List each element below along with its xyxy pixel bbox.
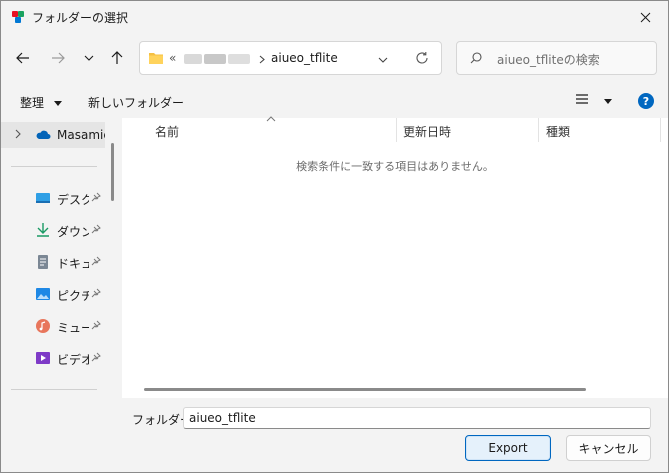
list-view-icon xyxy=(576,94,588,104)
column-header-type[interactable]: 種類 xyxy=(546,123,570,140)
organize-menu-button[interactable]: 整理 xyxy=(20,94,62,111)
address-bar[interactable]: « aiueo_tflite xyxy=(139,41,442,75)
pin-icon xyxy=(91,256,101,266)
search-box[interactable]: aiueo_tfliteの検索 xyxy=(456,41,657,75)
pin-icon xyxy=(91,352,101,362)
download-icon xyxy=(37,223,49,237)
caret-down-icon xyxy=(603,99,612,104)
document-icon xyxy=(38,255,48,269)
sidebar-item-label: ドキュメ xyxy=(57,257,89,271)
organize-label: 整理 xyxy=(20,96,45,110)
empty-state-message: 検索条件に一致する項目はありません。 xyxy=(296,160,494,173)
sidebar-item-label: ミュージ xyxy=(57,321,89,335)
sidebar-item-label: デスクト xyxy=(57,193,89,207)
app-icon xyxy=(12,11,24,23)
close-icon xyxy=(640,12,650,22)
export-button[interactable]: Export xyxy=(465,435,551,461)
sidebar-item-label: ピクチャ xyxy=(57,289,89,303)
onedrive-cloud-icon xyxy=(36,130,51,139)
sidebar-item-videos[interactable]: ビデオ xyxy=(1,345,105,371)
chevron-down-icon xyxy=(378,57,388,63)
refresh-icon xyxy=(416,52,428,64)
folder-icon xyxy=(149,53,163,64)
pin-icon xyxy=(91,192,101,202)
dialog-footer: フォルダー: aiueo_tflite Export キャンセル xyxy=(1,398,668,472)
title-bar: フォルダーの選択 xyxy=(1,1,668,33)
window-title: フォルダーの選択 xyxy=(32,11,129,25)
pin-icon xyxy=(91,288,101,298)
breadcrumb-current[interactable]: aiueo_tflite xyxy=(271,51,338,65)
folder-name-value: aiueo_tflite xyxy=(189,411,256,425)
sidebar-item-onedrive[interactable]: Masamic xyxy=(1,122,105,148)
help-button[interactable]: ? xyxy=(638,93,654,109)
column-divider[interactable] xyxy=(538,118,539,142)
sort-ascending-icon xyxy=(266,116,276,122)
sidebar-item-label: ダウン[ xyxy=(57,225,89,239)
cancel-button[interactable]: キャンセル xyxy=(566,435,651,461)
redacted-path-segment xyxy=(204,54,226,64)
column-header-name[interactable]: 名前 xyxy=(155,123,179,140)
arrow-right-icon xyxy=(52,52,65,64)
sidebar-item-label: Masamic xyxy=(57,128,105,142)
folder-picker-dialog: フォルダーの選択 « aiueo_tflite aiueo_tfliteの検索 … xyxy=(0,0,669,473)
sidebar-item-desktop[interactable]: デスクト xyxy=(1,185,105,211)
search-icon xyxy=(470,52,482,64)
up-button[interactable] xyxy=(105,46,129,70)
horizontal-scrollbar[interactable] xyxy=(144,388,586,391)
close-button[interactable] xyxy=(622,1,668,33)
chevron-right-icon xyxy=(15,129,21,139)
chevron-down-icon xyxy=(84,55,94,61)
new-folder-button[interactable]: 新しいフォルダー xyxy=(88,94,184,111)
sidebar-item-documents[interactable]: ドキュメ xyxy=(1,249,105,275)
sidebar-item-label: ビデオ xyxy=(57,353,89,367)
pin-icon xyxy=(91,224,101,234)
sidebar-item-pictures[interactable]: ピクチャ xyxy=(1,281,105,307)
arrow-up-icon xyxy=(111,51,123,64)
pin-icon xyxy=(91,320,101,330)
forward-button[interactable] xyxy=(46,46,70,70)
back-button[interactable] xyxy=(11,46,35,70)
desktop-icon xyxy=(36,193,50,203)
music-icon xyxy=(36,319,50,333)
sidebar-item-music[interactable]: ミュージ xyxy=(1,313,105,339)
caret-down-icon xyxy=(53,101,62,106)
folder-name-input[interactable]: aiueo_tflite xyxy=(183,407,651,429)
file-list: 名前 更新日時 種類 検索条件に一致する項目はありません。 xyxy=(122,116,668,398)
sidebar-scrollbar[interactable] xyxy=(111,143,114,201)
search-placeholder: aiueo_tfliteの検索 xyxy=(497,53,600,67)
breadcrumb-separator-icon xyxy=(259,55,265,64)
column-divider[interactable] xyxy=(660,118,661,142)
sidebar-divider xyxy=(11,389,97,390)
help-icon: ? xyxy=(642,94,650,108)
sidebar-divider xyxy=(11,166,97,167)
column-divider[interactable] xyxy=(396,118,397,142)
navigation-pane: Masamic デスクト ダウン[ ドキュメ ピクチャ ミュージ xyxy=(1,118,105,398)
picture-icon xyxy=(36,288,50,300)
view-options-button[interactable] xyxy=(576,93,612,107)
sidebar-item-downloads[interactable]: ダウン[ xyxy=(1,217,105,243)
recent-locations-button[interactable] xyxy=(77,46,101,70)
command-bar: 整理 新しいフォルダー xyxy=(1,85,668,118)
arrow-left-icon xyxy=(16,52,29,64)
column-header-modified[interactable]: 更新日時 xyxy=(403,123,451,140)
video-icon xyxy=(36,352,50,364)
redacted-path-segment xyxy=(228,54,250,64)
overflow-marker[interactable]: « xyxy=(169,51,176,65)
redacted-path-segment xyxy=(184,54,202,64)
